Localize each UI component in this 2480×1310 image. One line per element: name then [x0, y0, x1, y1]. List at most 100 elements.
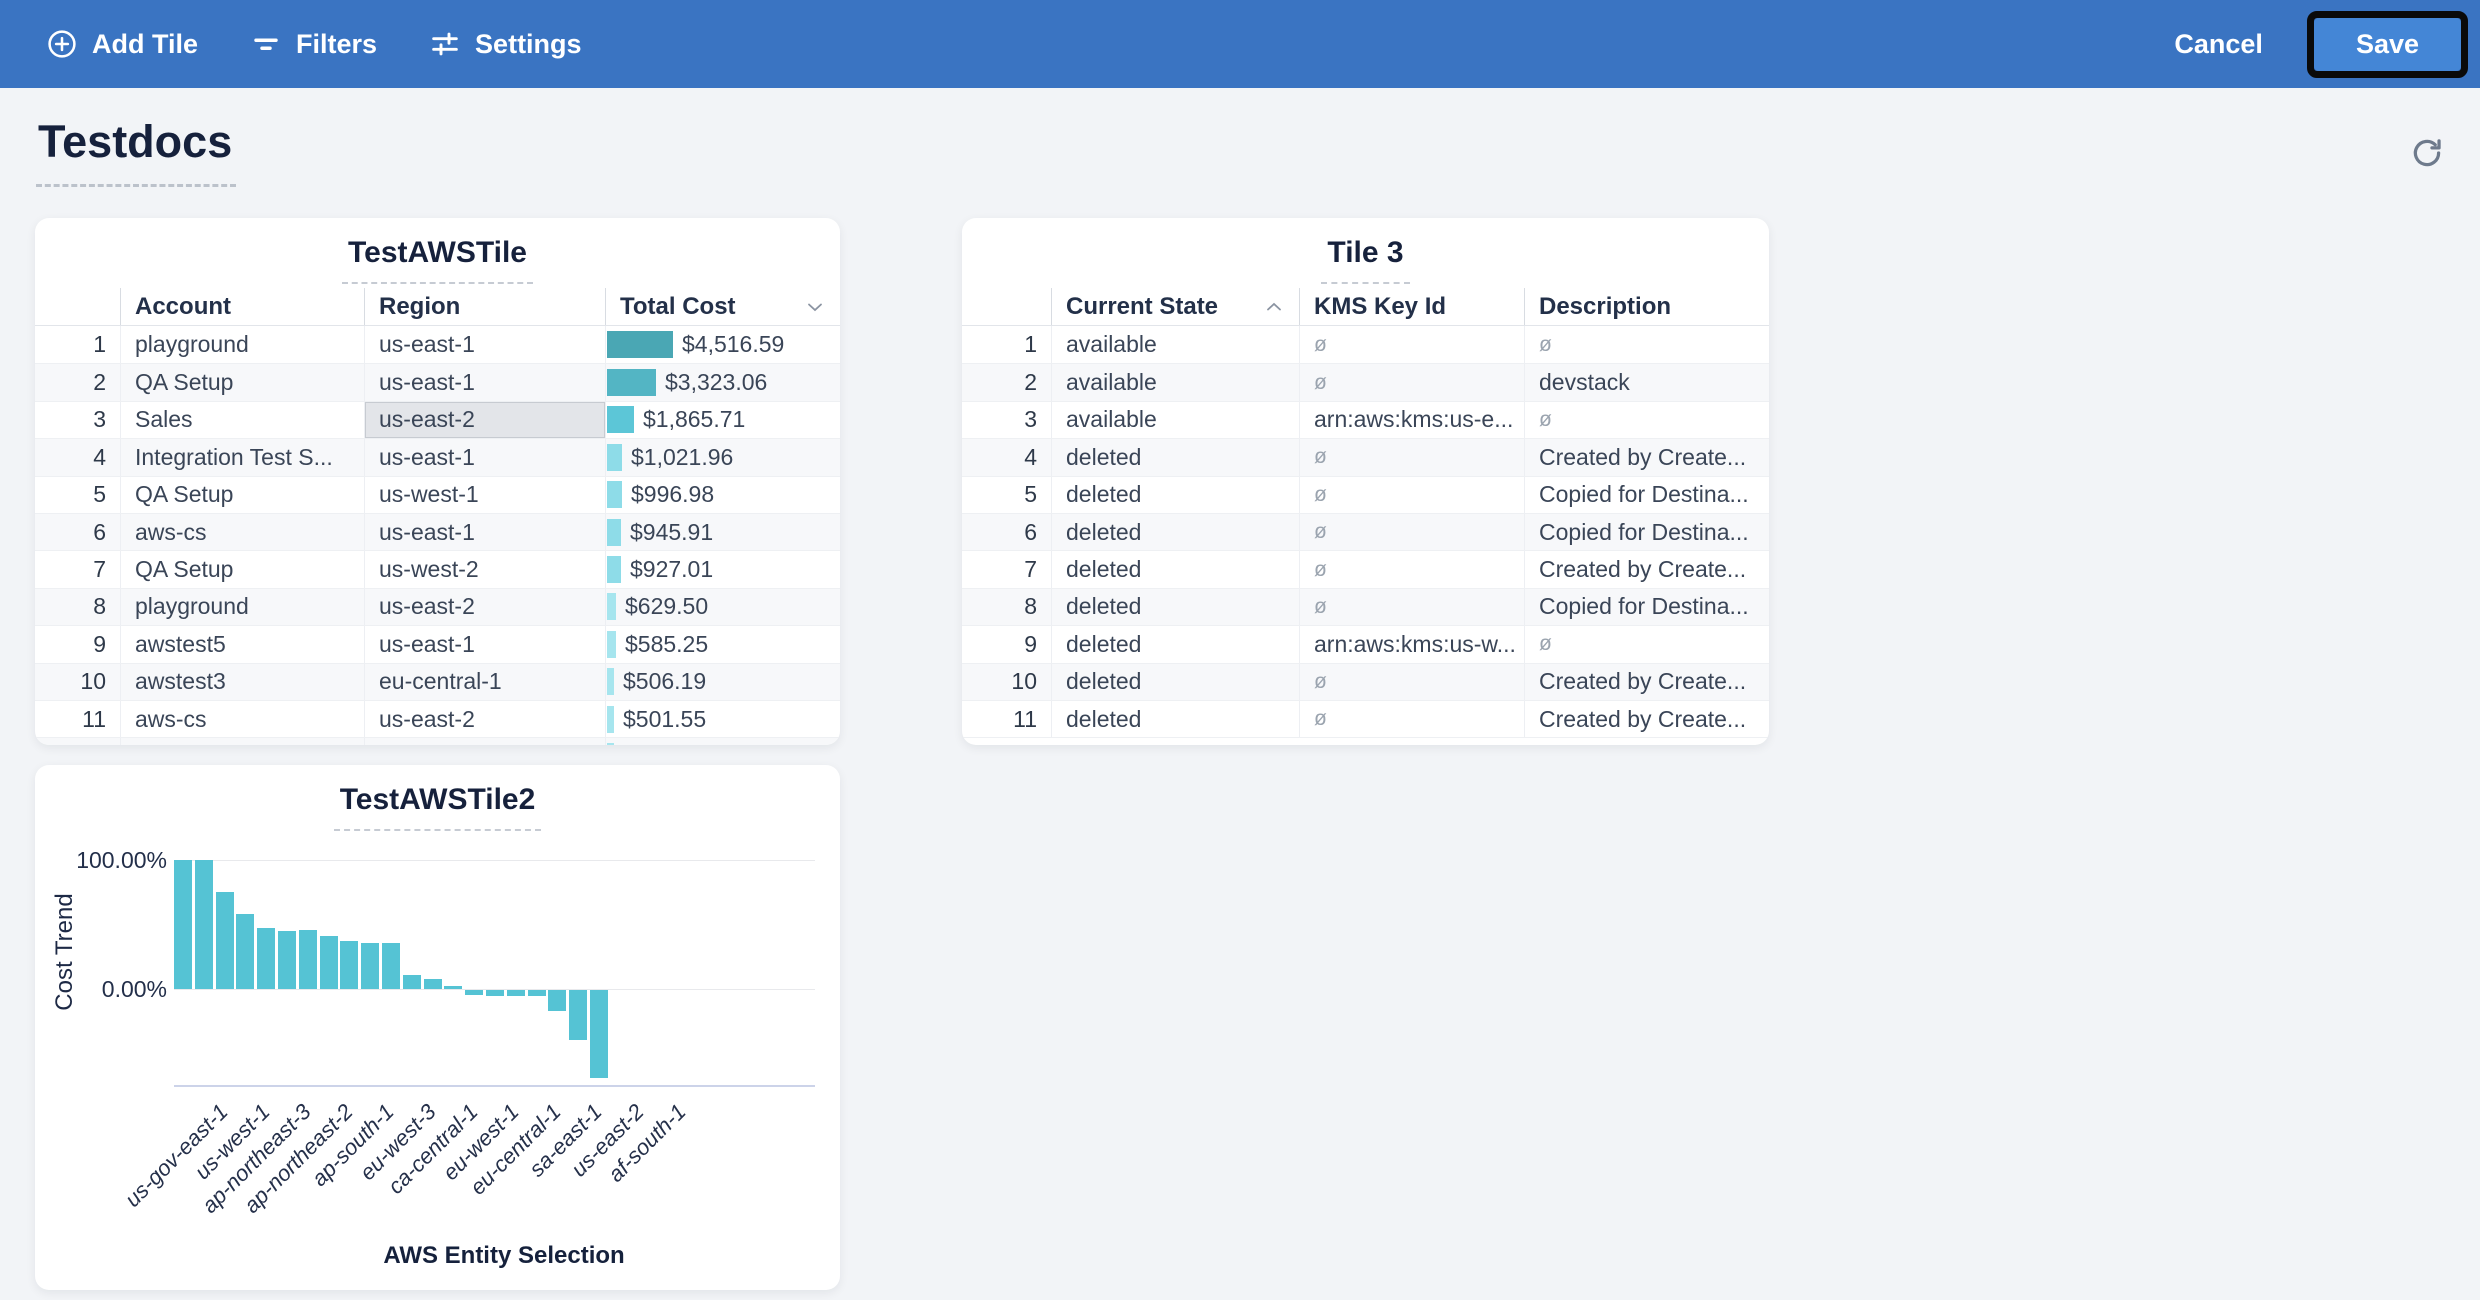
cell-total-cost[interactable]: $927.01 — [605, 551, 840, 587]
table-row[interactable]: 6deletedøCopied for Destina... — [962, 513, 1769, 550]
cell-account[interactable]: aws-cs — [120, 701, 364, 737]
cell-total-cost[interactable]: $501.55 — [605, 701, 840, 737]
tile-tile3[interactable]: Tile 3 Current State KMS Key Id Descript… — [962, 218, 1769, 745]
cell-kms-key-id[interactable]: ø — [1299, 551, 1524, 587]
cell-kms-key-id[interactable]: ø — [1299, 701, 1524, 737]
cell-total-cost[interactable]: $1,021.96 — [605, 439, 840, 475]
cell-total-cost[interactable]: $4,516.59 — [605, 326, 840, 363]
cell-account[interactable]: playground — [120, 589, 364, 625]
tile-testawstile[interactable]: TestAWSTile Account Region Total Cost 1p… — [35, 218, 840, 745]
cell-current-state[interactable]: deleted — [1051, 701, 1299, 737]
tile-testawstile2-chart[interactable]: TestAWSTile2 100.00% 0.00% Cost Trend AW… — [35, 765, 840, 1290]
table-row[interactable]: 7QA Setupus-west-2$927.01 — [35, 550, 840, 587]
filters-button[interactable]: Filters — [250, 28, 377, 60]
cell-current-state[interactable]: deleted — [1051, 664, 1299, 700]
cell-current-state[interactable]: deleted — [1051, 514, 1299, 550]
cell-description[interactable]: Copied for Destina... — [1524, 514, 1769, 550]
table-row[interactable]: 3availablearn:aws:kms:us-e...ø — [962, 401, 1769, 438]
cell-account[interactable]: awstest5 — [120, 626, 364, 662]
cell-region[interactable]: us-east-1 — [364, 626, 605, 662]
column-header-kms-key-id[interactable]: KMS Key Id — [1299, 288, 1524, 325]
cell-kms-key-id[interactable]: ø — [1299, 477, 1524, 513]
cell-account[interactable]: aws-cs — [120, 514, 364, 550]
cell-total-cost[interactable]: $506.19 — [605, 664, 840, 700]
cell-region[interactable]: us-east-1 — [364, 439, 605, 475]
cell-total-cost[interactable]: $945.91 — [605, 514, 840, 550]
table-row[interactable]: 1availableøø — [962, 326, 1769, 363]
refresh-icon[interactable] — [2410, 136, 2444, 170]
column-header-region[interactable]: Region — [364, 288, 605, 325]
table-row[interactable]: 8deletedøCopied for Destina... — [962, 588, 1769, 625]
cell-region[interactable]: us-west-2 — [364, 551, 605, 587]
cell-account[interactable]: Sales — [120, 402, 364, 438]
cell-description[interactable]: ø — [1524, 626, 1769, 662]
add-tile-button[interactable]: Add Tile — [46, 28, 198, 60]
table-row[interactable]: 9awstest5us-east-1$585.25 — [35, 625, 840, 662]
cell-total-cost[interactable]: $585.25 — [605, 626, 840, 662]
column-header-total-cost[interactable]: Total Cost — [605, 288, 840, 325]
cell-current-state[interactable]: deleted — [1051, 477, 1299, 513]
table-row[interactable]: 7deletedøCreated by Create... — [962, 550, 1769, 587]
cell-account[interactable]: QA Setup — [120, 364, 364, 400]
cell-description[interactable]: Created by Create... — [1524, 551, 1769, 587]
table-row[interactable]: 2QA Setupus-east-1$3,323.06 — [35, 363, 840, 400]
table-row[interactable]: 10awstest3eu-central-1$506.19 — [35, 663, 840, 700]
table-row[interactable]: 4deletedøCreated by Create... — [962, 438, 1769, 475]
cell-current-state[interactable]: available — [1051, 364, 1299, 400]
cell-kms-key-id[interactable]: ø — [1299, 589, 1524, 625]
table-row[interactable]: 10deletedøCreated by Create... — [962, 663, 1769, 700]
cell-account[interactable]: QA Setup — [120, 551, 364, 587]
column-header-account[interactable]: Account — [120, 288, 364, 325]
cell-current-state[interactable]: deleted — [1051, 626, 1299, 662]
cell-description[interactable]: ø — [1524, 402, 1769, 438]
cell-description[interactable]: Copied for Destina... — [1524, 589, 1769, 625]
cell-description[interactable]: Created by Create... — [1524, 664, 1769, 700]
cell-region[interactable]: us-east-1 — [364, 514, 605, 550]
cancel-button[interactable]: Cancel — [2174, 29, 2263, 60]
table-row[interactable]: 5deletedøCopied for Destina... — [962, 476, 1769, 513]
cell-region[interactable]: us-west-1 — [364, 477, 605, 513]
cell-region[interactable]: us-east-2 — [364, 589, 605, 625]
cell-kms-key-id[interactable]: ø — [1299, 439, 1524, 475]
cell-kms-key-id[interactable]: ø — [1299, 664, 1524, 700]
column-header-description[interactable]: Description — [1524, 288, 1769, 325]
settings-button[interactable]: Settings — [429, 28, 582, 60]
cell-description[interactable]: devstack — [1524, 364, 1769, 400]
cell-kms-key-id[interactable]: arn:aws:kms:us-e... — [1299, 402, 1524, 438]
cell-account[interactable]: awstest3 — [120, 664, 364, 700]
table-row[interactable]: 4Integration Test S...us-east-1$1,021.96 — [35, 438, 840, 475]
table-row[interactable]: 9deletedarn:aws:kms:us-w...ø — [962, 625, 1769, 662]
cell-account[interactable]: Integration Test S... — [120, 439, 364, 475]
cell-region[interactable]: us-east-2 — [364, 701, 605, 737]
table-row[interactable]: 3Salesus-east-2$1,865.71 — [35, 401, 840, 438]
cell-account[interactable]: QA Setup — [120, 477, 364, 513]
cell-region[interactable]: eu-central-1 — [364, 664, 605, 700]
cell-account[interactable]: playground — [120, 326, 364, 363]
table-row[interactable]: 8playgroundus-east-2$629.50 — [35, 588, 840, 625]
cell-region[interactable]: us-east-1 — [364, 364, 605, 400]
cell-kms-key-id[interactable]: ø — [1299, 364, 1524, 400]
column-header-current-state[interactable]: Current State — [1051, 288, 1299, 325]
cell-kms-key-id[interactable]: arn:aws:kms:us-w... — [1299, 626, 1524, 662]
table-row[interactable]: 1playgroundus-east-1$4,516.59 — [35, 326, 840, 363]
table-row[interactable]: 2availableødevstack — [962, 363, 1769, 400]
table-row[interactable]: 11aws-csus-east-2$501.55 — [35, 700, 840, 737]
table-row[interactable]: 6aws-csus-east-1$945.91 — [35, 513, 840, 550]
cell-total-cost[interactable]: $1,865.71 — [605, 402, 840, 438]
cell-region-selected[interactable]: us-east-2 — [364, 402, 605, 438]
cell-description[interactable]: Created by Create... — [1524, 701, 1769, 737]
cell-kms-key-id[interactable]: ø — [1299, 514, 1524, 550]
cell-current-state[interactable]: deleted — [1051, 551, 1299, 587]
table-row[interactable]: 11deletedøCreated by Create... — [962, 700, 1769, 737]
cell-current-state[interactable]: available — [1051, 326, 1299, 363]
cell-total-cost[interactable]: $996.98 — [605, 477, 840, 513]
cell-region[interactable]: us-east-1 — [364, 326, 605, 363]
cell-description[interactable]: ø — [1524, 326, 1769, 363]
cell-total-cost[interactable]: $3,323.06 — [605, 364, 840, 400]
cell-description[interactable]: Copied for Destina... — [1524, 477, 1769, 513]
cell-total-cost[interactable]: $629.50 — [605, 589, 840, 625]
save-button[interactable]: Save — [2314, 18, 2461, 71]
table-row[interactable]: 5QA Setupus-west-1$996.98 — [35, 476, 840, 513]
cell-kms-key-id[interactable]: ø — [1299, 326, 1524, 363]
cell-current-state[interactable]: deleted — [1051, 439, 1299, 475]
